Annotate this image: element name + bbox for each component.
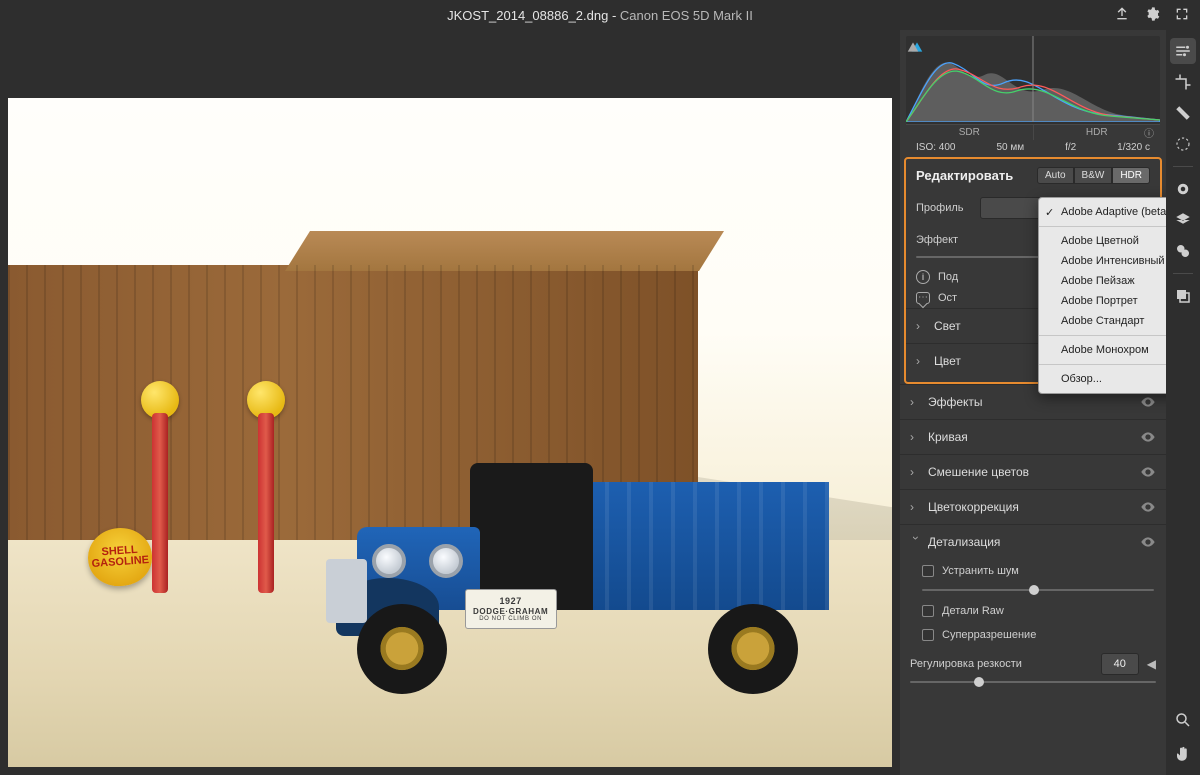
truck: 1927 DODGE·GRAHAM DO NOT CLIMB ON <box>326 379 839 700</box>
hand-icon[interactable] <box>1170 741 1196 767</box>
zoom-icon[interactable] <box>1170 707 1196 733</box>
tool-strip <box>1166 30 1200 775</box>
export-icon[interactable] <box>1114 6 1130 25</box>
profile-option-browse[interactable]: Обзор... <box>1039 369 1166 389</box>
gear-icon[interactable] <box>1144 6 1160 25</box>
eye-icon[interactable] <box>1140 499 1156 515</box>
sharpen-label: Регулировка резкости <box>910 658 1093 670</box>
mask-icon[interactable] <box>1170 131 1196 157</box>
hdr-button[interactable]: HDR <box>1112 167 1150 184</box>
superres-checkbox[interactable]: Суперразрешение <box>900 623 1166 647</box>
gas-pump <box>247 381 285 593</box>
disclosure-icon[interactable]: ◀ <box>1147 657 1156 671</box>
profile-option[interactable]: Adobe Adaptive (beta) <box>1039 202 1166 222</box>
feedback-label: Ост <box>938 292 957 304</box>
profile-option[interactable]: Adobe Интенсивный <box>1039 251 1166 271</box>
versions-icon[interactable] <box>1170 283 1196 309</box>
eye-icon[interactable] <box>1140 429 1156 445</box>
accordion-curve[interactable]: ›Кривая <box>900 419 1166 454</box>
eye-icon[interactable] <box>1140 464 1156 480</box>
sharpen-value[interactable]: 40 <box>1101 653 1139 675</box>
profile-label: Профиль <box>916 202 972 214</box>
crop-icon[interactable] <box>1170 69 1196 95</box>
document-title: JKOST_2014_08886_2.dng - Canon EOS 5D Ma… <box>0 8 1200 23</box>
profile-option[interactable]: Adobe Стандарт <box>1039 311 1166 331</box>
camera-model: Canon EOS 5D Mark II <box>620 8 753 23</box>
filename: JKOST_2014_08886_2.dng <box>447 8 608 23</box>
presets-icon[interactable] <box>1170 238 1196 264</box>
auto-button[interactable]: Auto <box>1037 167 1074 184</box>
eye-icon[interactable] <box>1140 534 1156 550</box>
exif-readout: ISO: 40050 ммf/21/320 с <box>906 140 1160 155</box>
profile-option[interactable]: Adobe Цветной <box>1039 231 1166 251</box>
denoise-checkbox[interactable]: Устранить шум <box>900 559 1166 583</box>
fullscreen-icon[interactable] <box>1174 6 1190 25</box>
hdr-zone[interactable]: HDR ⓘ <box>1033 125 1161 140</box>
eye-icon[interactable] <box>1140 394 1156 410</box>
gas-pump <box>141 381 179 593</box>
raw-details-checkbox[interactable]: Детали Raw <box>900 599 1166 623</box>
accordion-colorgrade[interactable]: ›Цветокоррекция <box>900 489 1166 524</box>
profile-option[interactable]: Adobe Пейзаж <box>1039 271 1166 291</box>
tip-icon[interactable]: i <box>916 270 930 284</box>
healing-icon[interactable] <box>1170 100 1196 126</box>
photo-preview: SHELL GASOLINE 1927 DODGE·GRAHAM DO NOT … <box>8 98 892 767</box>
sdr-zone[interactable]: SDR <box>906 125 1033 140</box>
edit-panel: SDR HDR ⓘ ISO: 40050 ммf/21/320 с Редакт… <box>900 30 1166 775</box>
accordion-colormix[interactable]: ›Смешение цветов <box>900 454 1166 489</box>
edit-sliders-icon[interactable] <box>1170 38 1196 64</box>
bw-button[interactable]: B&W <box>1074 167 1113 184</box>
image-canvas[interactable]: SHELL GASOLINE 1927 DODGE·GRAHAM DO NOT … <box>0 30 900 775</box>
license-plate: 1927 DODGE·GRAHAM DO NOT CLIMB ON <box>465 589 557 629</box>
tip-label: Под <box>938 271 958 283</box>
accordion-detail[interactable]: ›Детализация <box>900 524 1166 559</box>
edit-title: Редактировать <box>916 168 1013 183</box>
sharpen-slider[interactable] <box>910 681 1156 683</box>
histogram[interactable] <box>906 36 1160 124</box>
redeye-icon[interactable] <box>1170 176 1196 202</box>
profile-dropdown-menu: Adobe Adaptive (beta) Adobe Цветной Adob… <box>1038 197 1166 394</box>
profile-option[interactable]: Adobe Монохром <box>1039 340 1166 360</box>
effect-label: Эффект <box>916 234 972 246</box>
layers-icon[interactable] <box>1170 207 1196 233</box>
histogram-info-icon[interactable]: ⓘ <box>1144 125 1154 140</box>
highlight-clip-icon[interactable] <box>906 40 920 54</box>
profile-option[interactable]: Adobe Портрет <box>1039 291 1166 311</box>
feedback-icon[interactable]: ⋯ <box>916 292 930 304</box>
